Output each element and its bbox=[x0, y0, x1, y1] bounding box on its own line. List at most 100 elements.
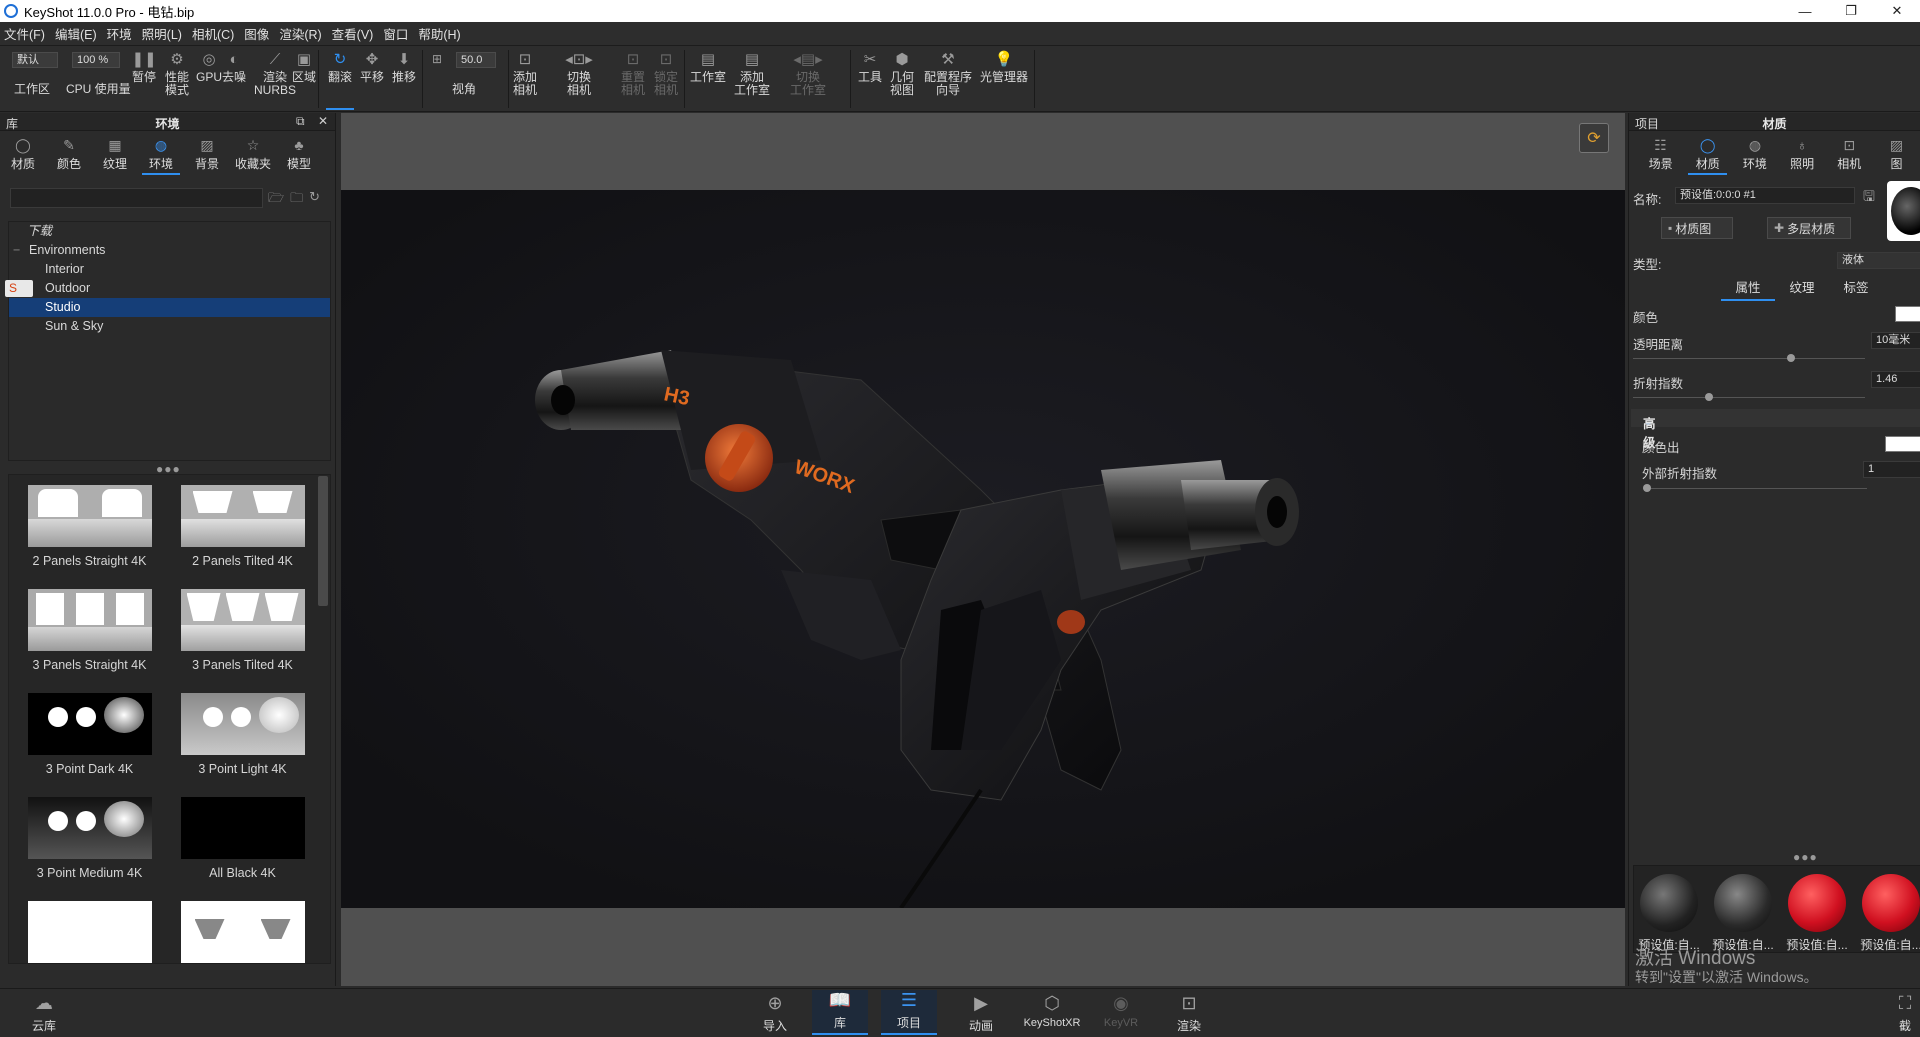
denoise-button[interactable]: ◐ 去噪 bbox=[222, 50, 246, 84]
material-ball[interactable] bbox=[1788, 874, 1846, 932]
library-toggle-button[interactable]: 📖 库 bbox=[812, 990, 868, 1035]
menu-camera[interactable]: 相机(C) bbox=[192, 24, 234, 43]
menu-render[interactable]: 渲染(R) bbox=[279, 24, 321, 43]
tab-materials[interactable]: ◯ 材质 bbox=[0, 133, 46, 173]
material-graph-button[interactable]: ▪ 材质图 bbox=[1661, 217, 1733, 239]
env-thumb-3-panels-tilted[interactable]: 3 Panels Tilted 4K bbox=[166, 579, 319, 683]
env-thumb-3-point-light[interactable]: 3 Point Light 4K bbox=[166, 683, 319, 787]
animation-button[interactable]: ▶ 动画 bbox=[953, 993, 1009, 1034]
tree-item-interior[interactable]: Interior bbox=[9, 260, 330, 279]
outside-ior-field[interactable]: 1 bbox=[1863, 461, 1920, 478]
folder-open-icon[interactable]: 🗁 bbox=[268, 189, 284, 211]
tab-material[interactable]: ◯ 材质 bbox=[1684, 133, 1731, 175]
performance-mode-button[interactable]: ⚙ 性能 模式 bbox=[165, 50, 189, 97]
refresh-icon[interactable]: ↻ bbox=[309, 189, 320, 211]
env-thumb-3-point-dark[interactable]: 3 Point Dark 4K bbox=[13, 683, 166, 787]
gpu-button[interactable]: ◎ GPU bbox=[196, 50, 222, 84]
tab-environment[interactable]: ◍ 环境 bbox=[1731, 133, 1778, 173]
transparency-distance-field[interactable]: 10毫米 bbox=[1871, 332, 1920, 349]
menu-lighting[interactable]: 照明(L) bbox=[142, 24, 182, 43]
reset-camera-button[interactable]: ⊡ 重置 相机 bbox=[621, 50, 645, 97]
lock-camera-button[interactable]: ⊡ 锁定 相机 bbox=[654, 50, 678, 97]
switch-studio-button[interactable]: ◂▤▸ 切换 工作室 bbox=[790, 50, 826, 97]
light-manager-button[interactable]: 💡 光管理器 bbox=[980, 50, 1028, 84]
pause-button[interactable]: ❚❚ 暂停 bbox=[131, 50, 156, 84]
transparency-distance-track[interactable] bbox=[1633, 358, 1865, 359]
fov-field[interactable]: 50.0 bbox=[456, 52, 496, 68]
ior-field[interactable]: 1.46 bbox=[1871, 371, 1920, 388]
env-thumb-3-panels-straight[interactable]: 3 Panels Straight 4K bbox=[13, 579, 166, 683]
subtab-properties[interactable]: 属性 bbox=[1721, 277, 1775, 301]
env-thumb-white-panels[interactable] bbox=[166, 891, 319, 963]
viewport-lock-icon[interactable]: ⟳ bbox=[1579, 123, 1609, 153]
dolly-button[interactable]: ⬇ 推移 bbox=[392, 50, 416, 84]
tab-models[interactable]: ♣ 模型 bbox=[276, 133, 322, 173]
menu-window[interactable]: 窗口 bbox=[383, 24, 408, 43]
env-thumb-2-panels-tilted[interactable]: 2 Panels Tilted 4K bbox=[166, 475, 319, 579]
workspace-select[interactable]: 默认 bbox=[12, 52, 58, 68]
tree-item-outdoor[interactable]: S Outdoor bbox=[5, 279, 330, 298]
region-button[interactable]: ▣ 区域 bbox=[292, 50, 316, 84]
color-out-swatch[interactable] bbox=[1885, 436, 1920, 452]
env-thumb-white[interactable] bbox=[13, 891, 166, 963]
menu-file[interactable]: 文件(F) bbox=[4, 24, 45, 43]
menu-view[interactable]: 查看(V) bbox=[332, 24, 374, 43]
menu-environment[interactable]: 环境 bbox=[107, 24, 132, 43]
tab-scene[interactable]: ☷ 场景 bbox=[1637, 133, 1684, 173]
studio-button[interactable]: ▤ 工作室 bbox=[690, 50, 726, 84]
keyshotxr-button[interactable]: ⬡ KeyShotXR bbox=[1024, 993, 1081, 1029]
material-ball[interactable] bbox=[1714, 874, 1772, 932]
material-type-select[interactable]: 液体 bbox=[1837, 252, 1920, 269]
folder-add-icon[interactable]: 🗀 bbox=[290, 189, 303, 211]
import-button[interactable]: ⊕ 导入 bbox=[747, 993, 803, 1034]
pan-button[interactable]: ✥ 平移 bbox=[360, 50, 384, 84]
color-swatch[interactable] bbox=[1895, 306, 1920, 322]
cpu-usage-field[interactable]: 100 % bbox=[72, 52, 120, 68]
thumbnail-scrollbar[interactable] bbox=[318, 476, 328, 606]
tab-image[interactable]: ▨ 图 bbox=[1873, 133, 1920, 173]
tab-backplates[interactable]: ▨ 背景 bbox=[184, 133, 230, 173]
render-canvas[interactable]: WORX H3 bbox=[341, 190, 1625, 908]
tree-item-sun-sky[interactable]: Sun & Sky bbox=[9, 317, 330, 336]
tab-colors[interactable]: ✎ 颜色 bbox=[46, 133, 92, 173]
env-thumb-all-black[interactable]: All Black 4K bbox=[166, 787, 319, 891]
keyvr-button[interactable]: ◉ KeyVR bbox=[1093, 993, 1149, 1029]
outside-ior-track[interactable] bbox=[1643, 488, 1867, 489]
add-camera-button[interactable]: ⊡ 添加 相机 bbox=[513, 50, 537, 97]
close-button[interactable]: ✕ bbox=[1874, 0, 1920, 22]
render-button[interactable]: ⊡ 渲染 bbox=[1161, 993, 1217, 1034]
tab-favorites[interactable]: ☆ 收藏夹 bbox=[230, 133, 276, 173]
add-studio-button[interactable]: ▤ 添加 工作室 bbox=[734, 50, 770, 97]
tab-camera[interactable]: ⊡ 相机 bbox=[1826, 133, 1873, 173]
subtab-textures[interactable]: 纹理 bbox=[1775, 277, 1829, 301]
env-thumb-3-point-medium[interactable]: 3 Point Medium 4K bbox=[13, 787, 166, 891]
cloud-library-button[interactable]: ☁ 云库 bbox=[16, 993, 72, 1034]
project-toggle-button[interactable]: ☰ 项目 bbox=[881, 990, 937, 1035]
restore-button[interactable]: ❐ bbox=[1828, 0, 1874, 22]
render-nurbs-button[interactable]: ⟋ 渲染 NURBS bbox=[254, 50, 296, 97]
save-material-icon[interactable]: 🖫 bbox=[1863, 186, 1875, 210]
tab-textures[interactable]: ▦ 纹理 bbox=[92, 133, 138, 173]
material-ball[interactable] bbox=[1640, 874, 1698, 932]
transparency-distance-handle[interactable] bbox=[1787, 354, 1795, 362]
tools-button[interactable]: ✂ 工具 bbox=[858, 50, 882, 84]
screenshot-button[interactable]: ⛶ 截 bbox=[1890, 993, 1920, 1034]
minimize-button[interactable]: — bbox=[1782, 0, 1828, 22]
collapse-icon[interactable]: − bbox=[13, 241, 20, 260]
env-thumb-2-panels-straight[interactable]: 2 Panels Straight 4K bbox=[13, 475, 166, 579]
switch-camera-button[interactable]: ◂⊡▸ 切换 相机 bbox=[565, 50, 593, 97]
tab-environments[interactable]: ◍ 环境 bbox=[138, 133, 184, 175]
material-ball[interactable] bbox=[1862, 874, 1920, 932]
ior-handle[interactable] bbox=[1705, 393, 1713, 401]
real-time-viewport[interactable]: WORX H3 ⟳ bbox=[341, 113, 1625, 986]
tumble-button[interactable]: ↻ 翻滚 bbox=[328, 50, 352, 84]
menu-edit[interactable]: 编辑(E) bbox=[55, 24, 97, 43]
geometry-view-button[interactable]: ⬢ 几何 视图 bbox=[890, 50, 914, 97]
library-search-input[interactable] bbox=[10, 188, 263, 208]
configurator-wizard-button[interactable]: ⚒ 配置程序 向导 bbox=[924, 50, 972, 97]
menu-help[interactable]: 帮助(H) bbox=[418, 24, 460, 43]
outside-ior-handle[interactable] bbox=[1643, 484, 1651, 492]
ior-track[interactable] bbox=[1633, 397, 1865, 398]
subtab-labels[interactable]: 标签 bbox=[1829, 277, 1883, 301]
splitter-handle-icon[interactable]: ●●● bbox=[1793, 850, 1818, 864]
